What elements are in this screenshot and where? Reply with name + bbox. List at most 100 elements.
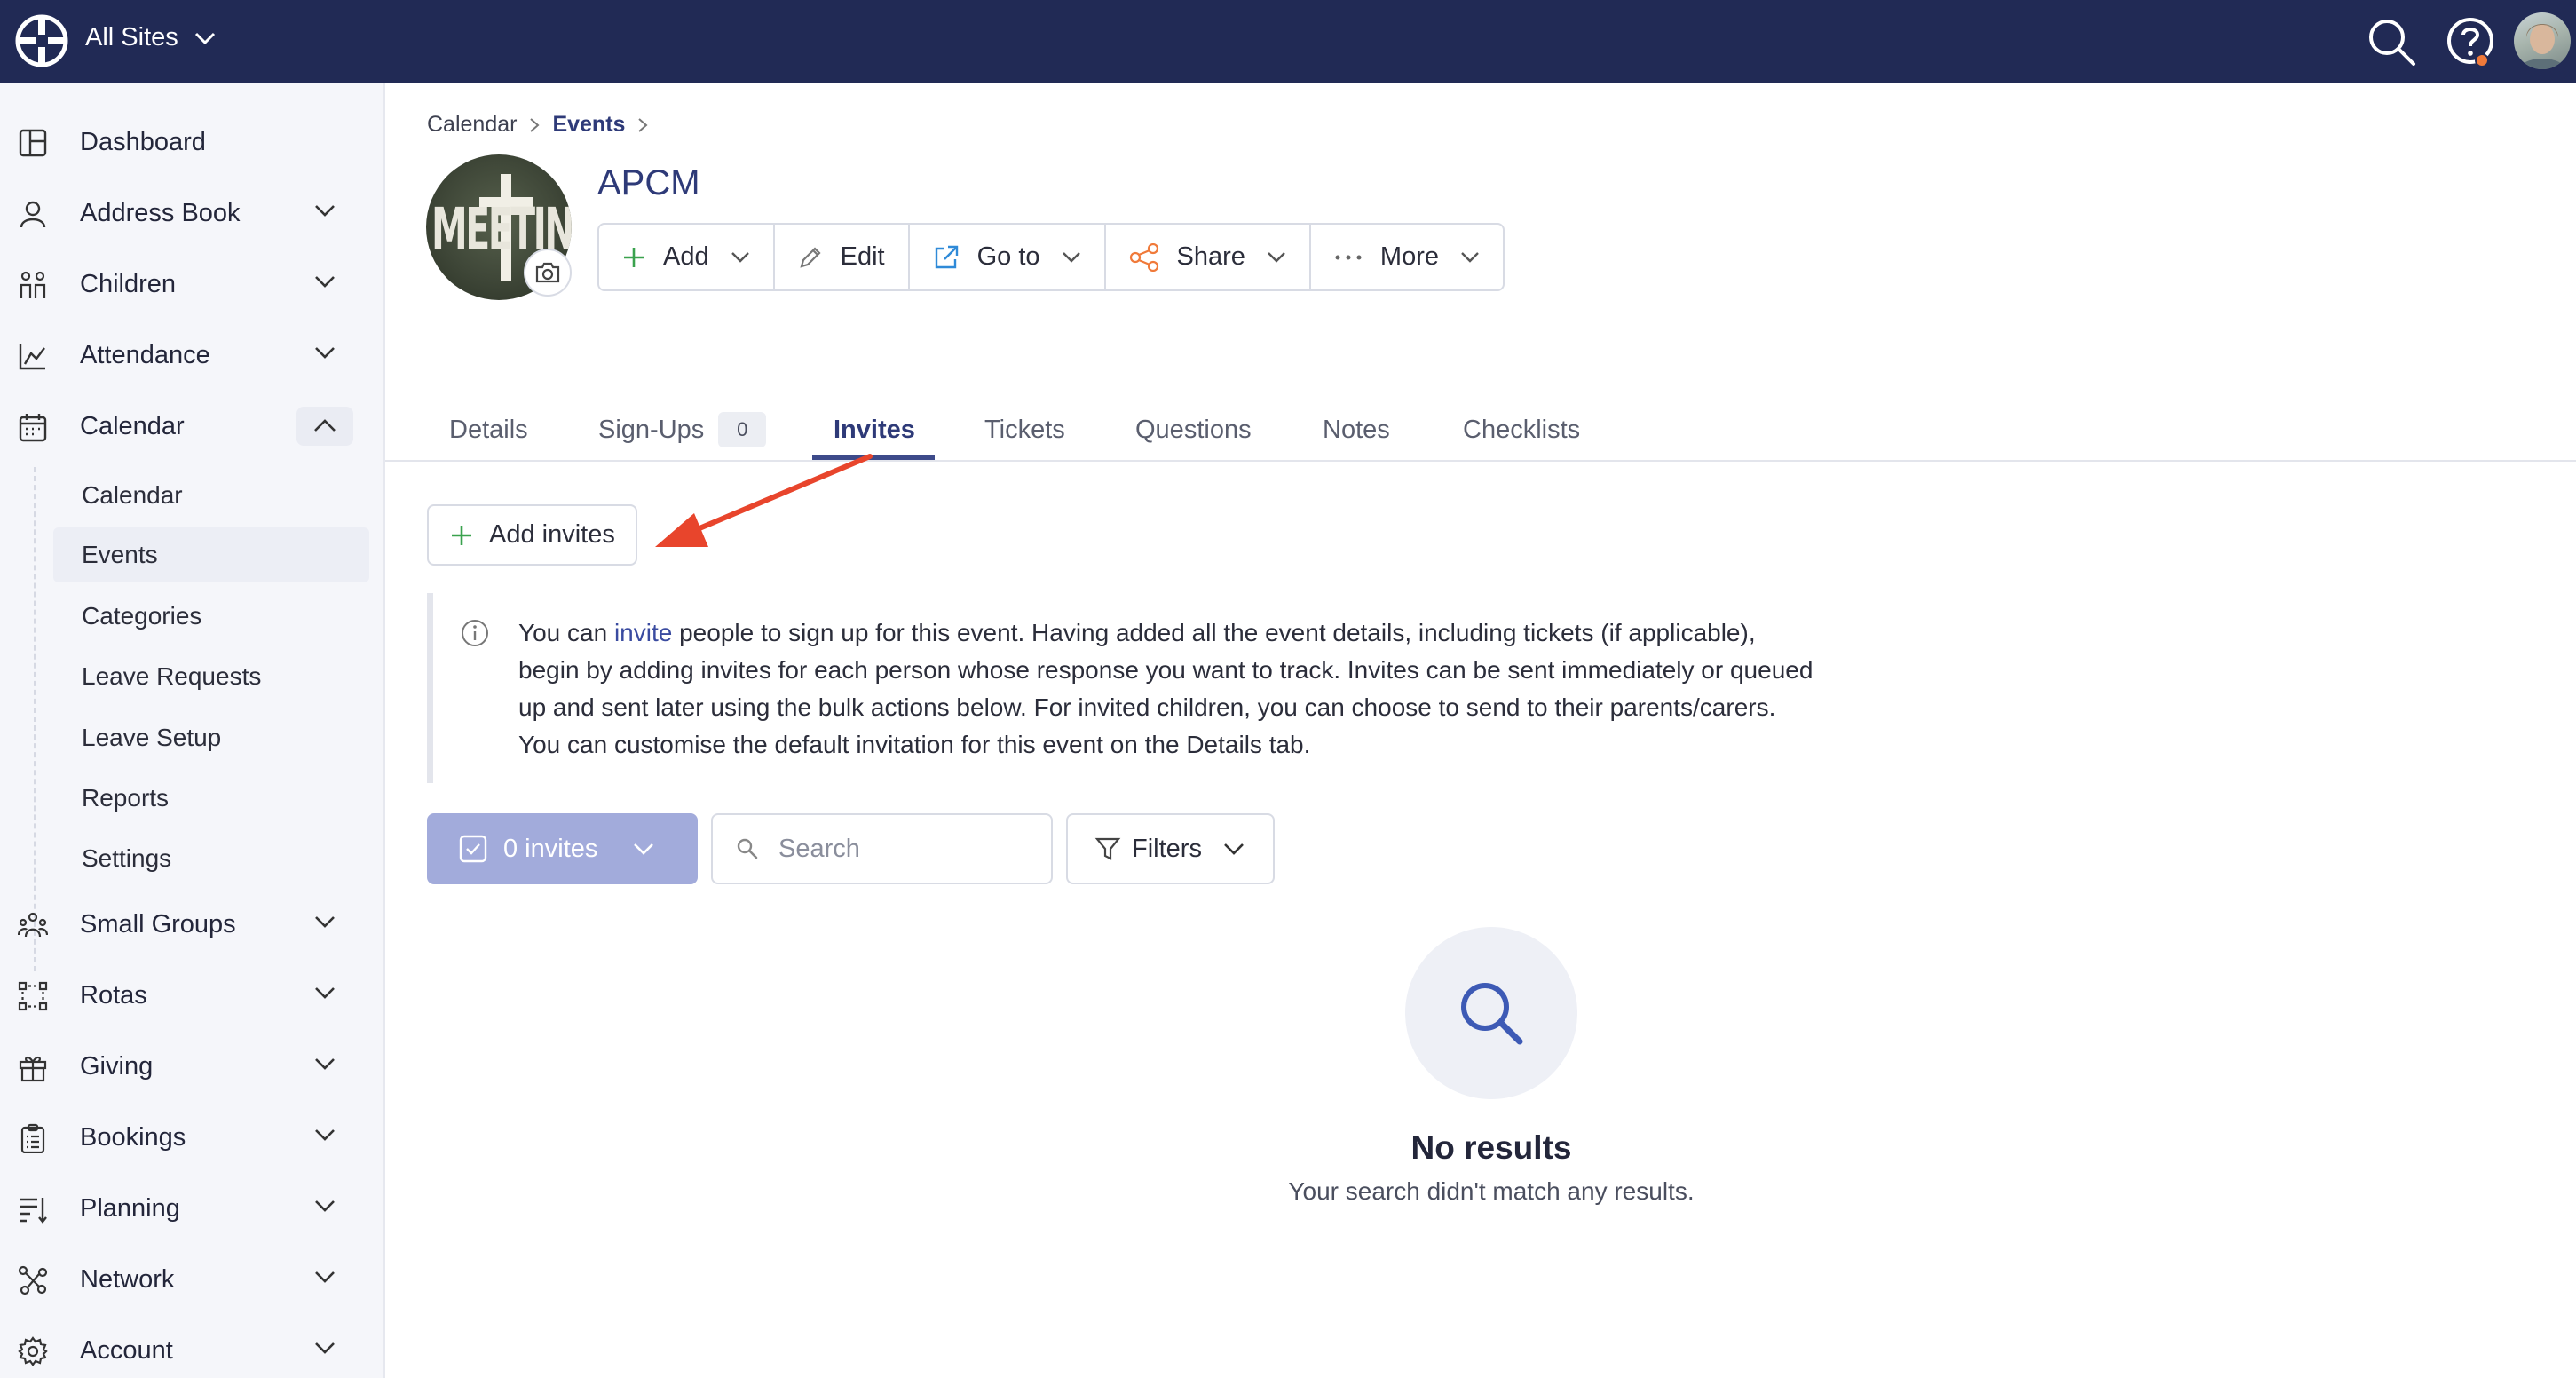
info-line4: You can customise the default invitation… [518, 731, 1311, 758]
external-link-icon [933, 244, 960, 271]
checkbox-icon [459, 835, 487, 863]
chevron-down-icon [633, 843, 654, 855]
sidebar-subitem-reports[interactable]: Reports [53, 771, 369, 826]
share-button[interactable]: Share [1106, 225, 1311, 289]
gift-icon [18, 1052, 48, 1082]
sidebar-subitem-events[interactable]: Events [53, 527, 369, 582]
tab-tickets[interactable]: Tickets [984, 398, 1065, 462]
sidebar-item-dashboard[interactable]: Dashboard [0, 114, 383, 170]
breadcrumb-events[interactable]: Events [552, 112, 625, 138]
more-button-label: More [1379, 242, 1439, 271]
chevron-down-icon [1267, 251, 1286, 263]
chevron-down-icon[interactable] [314, 1129, 336, 1141]
clipboard-icon [18, 1123, 48, 1153]
share-button-label: Share [1176, 242, 1245, 271]
filter-icon [1094, 836, 1121, 862]
chart-icon [18, 341, 48, 371]
sidebar-item-bookings[interactable]: Bookings [0, 1109, 383, 1166]
more-button[interactable]: More [1311, 225, 1503, 289]
sidebar: Dashboard Address Book Children Attendan… [0, 83, 385, 1378]
add-button-label: Add [663, 242, 709, 271]
sidebar-item-small-groups[interactable]: Small Groups [0, 896, 383, 953]
user-avatar[interactable] [2514, 12, 2571, 69]
invites-count: 0 invites [503, 834, 598, 863]
sidebar-item-attendance[interactable]: Attendance [0, 327, 383, 384]
camera-icon[interactable] [524, 249, 572, 297]
chevron-down-icon[interactable] [314, 986, 336, 999]
app-logo-icon[interactable] [14, 13, 69, 68]
filters-button[interactable]: Filters [1066, 813, 1275, 884]
sidebar-item-giving[interactable]: Giving [0, 1038, 383, 1095]
edit-button-label: Edit [840, 242, 885, 271]
sidebar-subitem-categories[interactable]: Categories [53, 589, 369, 644]
chevron-down-icon[interactable] [314, 275, 336, 288]
breadcrumb-calendar[interactable]: Calendar [427, 112, 517, 138]
tab-notes[interactable]: Notes [1323, 398, 1390, 462]
tab-label: Notes [1323, 415, 1390, 444]
search-field[interactable] [711, 813, 1053, 884]
sidebar-item-calendar[interactable]: Calendar [0, 398, 383, 455]
chevron-down-icon[interactable] [314, 915, 336, 928]
sidebar-item-planning[interactable]: Planning [0, 1180, 383, 1237]
chevron-down-icon[interactable] [314, 1057, 336, 1070]
chevron-down-icon[interactable] [314, 346, 336, 359]
sidebar-subitem-leave-requests[interactable]: Leave Requests [53, 649, 369, 704]
site-selector[interactable]: All Sites [85, 23, 216, 52]
search-icon[interactable] [2366, 16, 2417, 67]
tab-questions[interactable]: Questions [1135, 398, 1252, 462]
tab-checklists[interactable]: Checklists [1463, 398, 1580, 462]
sidebar-subitem-settings[interactable]: Settings [53, 831, 369, 886]
chevron-down-icon [731, 251, 750, 263]
children-icon [18, 270, 48, 300]
network-icon [18, 1265, 48, 1295]
add-button[interactable]: Add [599, 225, 775, 289]
info-box: You can invite people to sign up for thi… [427, 593, 1883, 783]
chevron-down-icon [1062, 251, 1081, 263]
chevron-up-icon[interactable] [296, 407, 353, 446]
sidebar-item-label: Attendance [80, 340, 210, 369]
invite-link[interactable]: invite [614, 619, 672, 646]
plus-icon [622, 246, 645, 269]
bulk-invites-button[interactable]: 0 invites [427, 813, 698, 884]
sidebar-item-children[interactable]: Children [0, 256, 383, 313]
goto-button[interactable]: Go to [910, 225, 1106, 289]
sidebar-item-label: Account [80, 1335, 173, 1365]
sidebar-subitem-calendar[interactable]: Calendar [53, 468, 369, 523]
search-icon [1461, 983, 1523, 1045]
sidebar-item-label: Bookings [80, 1122, 186, 1152]
search-input[interactable] [778, 834, 1027, 864]
chevron-down-icon[interactable] [314, 1342, 336, 1354]
empty-state-title: No results [1410, 1129, 1572, 1166]
rotas-icon [18, 981, 48, 1011]
info-icon [460, 618, 490, 648]
sidebar-item-label: Dashboard [80, 127, 206, 156]
sidebar-item-label: Rotas [80, 980, 147, 1010]
sidebar-subitem-leave-setup[interactable]: Leave Setup [53, 710, 369, 765]
pencil-icon [798, 245, 823, 270]
sidebar-item-label: Children [80, 269, 176, 298]
chevron-down-icon [1460, 251, 1480, 263]
sidebar-item-label: Address Book [80, 198, 241, 227]
sidebar-item-address-book[interactable]: Address Book [0, 185, 383, 242]
chevron-down-icon[interactable] [314, 1200, 336, 1212]
edit-button[interactable]: Edit [775, 225, 910, 289]
sidebar-item-label: Small Groups [80, 909, 236, 938]
sidebar-item-network[interactable]: Network [0, 1251, 383, 1308]
tab-label: Tickets [984, 415, 1065, 444]
top-bar: All Sites [0, 0, 2576, 83]
chevron-down-icon[interactable] [314, 204, 336, 217]
sidebar-item-rotas[interactable]: Rotas [0, 967, 383, 1024]
tab-label: Checklists [1463, 415, 1581, 444]
planning-icon [18, 1194, 48, 1224]
tab-label: Invites [834, 415, 915, 444]
tab-details[interactable]: Details [449, 398, 528, 462]
gear-icon [18, 1336, 48, 1366]
sidebar-item-label: Giving [80, 1051, 154, 1081]
sidebar-item-account[interactable]: Account [0, 1322, 383, 1378]
tab-label: Sign-Ups [598, 415, 705, 444]
notification-dot [2475, 53, 2489, 67]
add-invites-button[interactable]: Add invites [427, 504, 637, 566]
chevron-down-icon[interactable] [314, 1271, 336, 1283]
ellipsis-icon [1334, 254, 1363, 261]
dashboard-icon [18, 128, 48, 158]
